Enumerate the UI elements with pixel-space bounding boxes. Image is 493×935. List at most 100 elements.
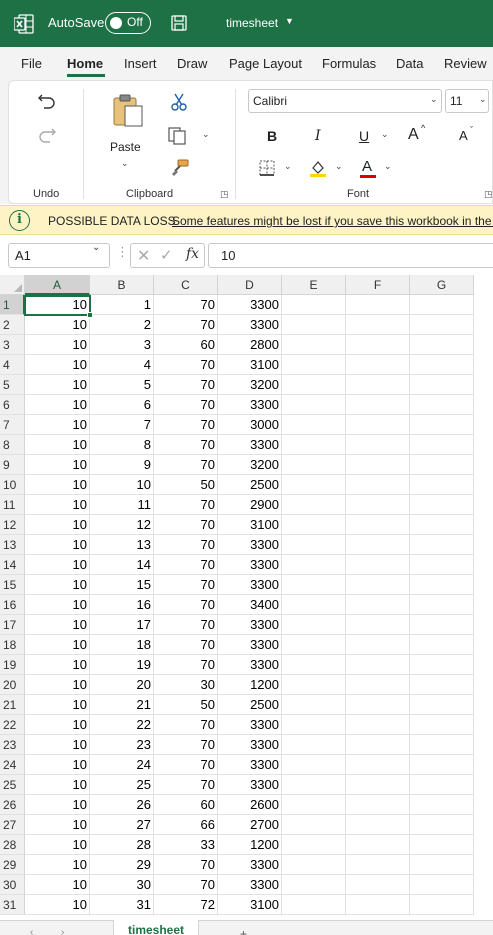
cell-d30[interactable]: 3300	[218, 875, 282, 895]
sheet-tab-timesheet[interactable]: timesheet	[113, 920, 199, 935]
cell-d17[interactable]: 3300	[218, 615, 282, 635]
cell-d28[interactable]: 1200	[218, 835, 282, 855]
cell-d31[interactable]: 3100	[218, 895, 282, 915]
select-all-button[interactable]	[0, 275, 25, 295]
cell-c19[interactable]: 70	[154, 655, 218, 675]
cell-b24[interactable]: 24	[90, 755, 154, 775]
insert-function-icon[interactable]: fx	[186, 246, 199, 262]
cell-b25[interactable]: 25	[90, 775, 154, 795]
cell-e19[interactable]	[282, 655, 346, 675]
cell-g14[interactable]	[410, 555, 474, 575]
cell-d22[interactable]: 3300	[218, 715, 282, 735]
cell-e1[interactable]	[282, 295, 346, 315]
row-header[interactable]: 1	[0, 295, 25, 315]
cell-a3[interactable]: 10	[25, 335, 90, 355]
cell-b11[interactable]: 11	[90, 495, 154, 515]
font-name-select[interactable]: Calibri ⌄	[248, 89, 442, 113]
row-header[interactable]: 4	[0, 355, 25, 375]
row-header[interactable]: 28	[0, 835, 25, 855]
shrink-font-button[interactable]: A	[459, 128, 468, 143]
cell-f8[interactable]	[346, 435, 410, 455]
dialog-launcher-icon[interactable]: ◳	[484, 189, 493, 200]
formula-input[interactable]: 10	[208, 243, 493, 268]
document-title[interactable]: timesheet	[226, 16, 278, 30]
cell-g24[interactable]	[410, 755, 474, 775]
cell-a17[interactable]: 10	[25, 615, 90, 635]
cell-c6[interactable]: 70	[154, 395, 218, 415]
cell-d15[interactable]: 3300	[218, 575, 282, 595]
cell-e15[interactable]	[282, 575, 346, 595]
cell-d3[interactable]: 2800	[218, 335, 282, 355]
cell-f22[interactable]	[346, 715, 410, 735]
cell-g12[interactable]	[410, 515, 474, 535]
cell-f16[interactable]	[346, 595, 410, 615]
row-header[interactable]: 2	[0, 315, 25, 335]
cell-b30[interactable]: 30	[90, 875, 154, 895]
cell-e20[interactable]	[282, 675, 346, 695]
cell-a28[interactable]: 10	[25, 835, 90, 855]
cell-g23[interactable]	[410, 735, 474, 755]
cell-c4[interactable]: 70	[154, 355, 218, 375]
cell-e10[interactable]	[282, 475, 346, 495]
tab-file[interactable]: File	[21, 56, 42, 71]
cell-a27[interactable]: 10	[25, 815, 90, 835]
cell-e7[interactable]	[282, 415, 346, 435]
row-header[interactable]: 25	[0, 775, 25, 795]
cell-d21[interactable]: 2500	[218, 695, 282, 715]
format-painter-icon[interactable]	[171, 159, 189, 177]
cell-g13[interactable]	[410, 535, 474, 555]
bold-button[interactable]: B	[267, 128, 277, 144]
row-header[interactable]: 3	[0, 335, 25, 355]
cell-c1[interactable]: 70	[154, 295, 218, 315]
cell-a23[interactable]: 10	[25, 735, 90, 755]
cell-d14[interactable]: 3300	[218, 555, 282, 575]
tab-formulas[interactable]: Formulas	[322, 56, 376, 71]
row-header[interactable]: 27	[0, 815, 25, 835]
row-header[interactable]: 8	[0, 435, 25, 455]
chevron-down-icon[interactable]: ⌄	[202, 129, 210, 140]
cell-e29[interactable]	[282, 855, 346, 875]
cell-g9[interactable]	[410, 455, 474, 475]
cell-g2[interactable]	[410, 315, 474, 335]
cell-e24[interactable]	[282, 755, 346, 775]
cell-g5[interactable]	[410, 375, 474, 395]
chevron-down-icon[interactable]: ⌄	[121, 158, 129, 169]
cell-a10[interactable]: 10	[25, 475, 90, 495]
fill-color-icon[interactable]	[309, 159, 327, 177]
cell-a31[interactable]: 10	[25, 895, 90, 915]
row-header[interactable]: 26	[0, 795, 25, 815]
cell-d4[interactable]: 3100	[218, 355, 282, 375]
cell-g11[interactable]	[410, 495, 474, 515]
cell-g16[interactable]	[410, 595, 474, 615]
cell-d20[interactable]: 1200	[218, 675, 282, 695]
row-header[interactable]: 14	[0, 555, 25, 575]
cell-c24[interactable]: 70	[154, 755, 218, 775]
cell-f25[interactable]	[346, 775, 410, 795]
cell-e4[interactable]	[282, 355, 346, 375]
cell-f20[interactable]	[346, 675, 410, 695]
cell-a12[interactable]: 10	[25, 515, 90, 535]
cell-c5[interactable]: 70	[154, 375, 218, 395]
cell-f7[interactable]	[346, 415, 410, 435]
cell-d2[interactable]: 3300	[218, 315, 282, 335]
paste-button[interactable]: Paste ⌄	[105, 87, 153, 169]
cell-b7[interactable]: 7	[90, 415, 154, 435]
row-header[interactable]: 9	[0, 455, 25, 475]
cell-c15[interactable]: 70	[154, 575, 218, 595]
font-size-select[interactable]: 11 ⌄	[445, 89, 489, 113]
cell-e31[interactable]	[282, 895, 346, 915]
cell-e23[interactable]	[282, 735, 346, 755]
row-header[interactable]: 13	[0, 535, 25, 555]
cell-e22[interactable]	[282, 715, 346, 735]
chevron-down-icon[interactable]: ⌄	[335, 161, 343, 172]
cell-b14[interactable]: 14	[90, 555, 154, 575]
cell-e27[interactable]	[282, 815, 346, 835]
cell-b9[interactable]: 9	[90, 455, 154, 475]
cell-c8[interactable]: 70	[154, 435, 218, 455]
row-header[interactable]: 16	[0, 595, 25, 615]
tab-insert[interactable]: Insert	[124, 56, 157, 71]
cell-d10[interactable]: 2500	[218, 475, 282, 495]
redo-icon[interactable]	[37, 125, 57, 143]
cell-e25[interactable]	[282, 775, 346, 795]
cell-e30[interactable]	[282, 875, 346, 895]
